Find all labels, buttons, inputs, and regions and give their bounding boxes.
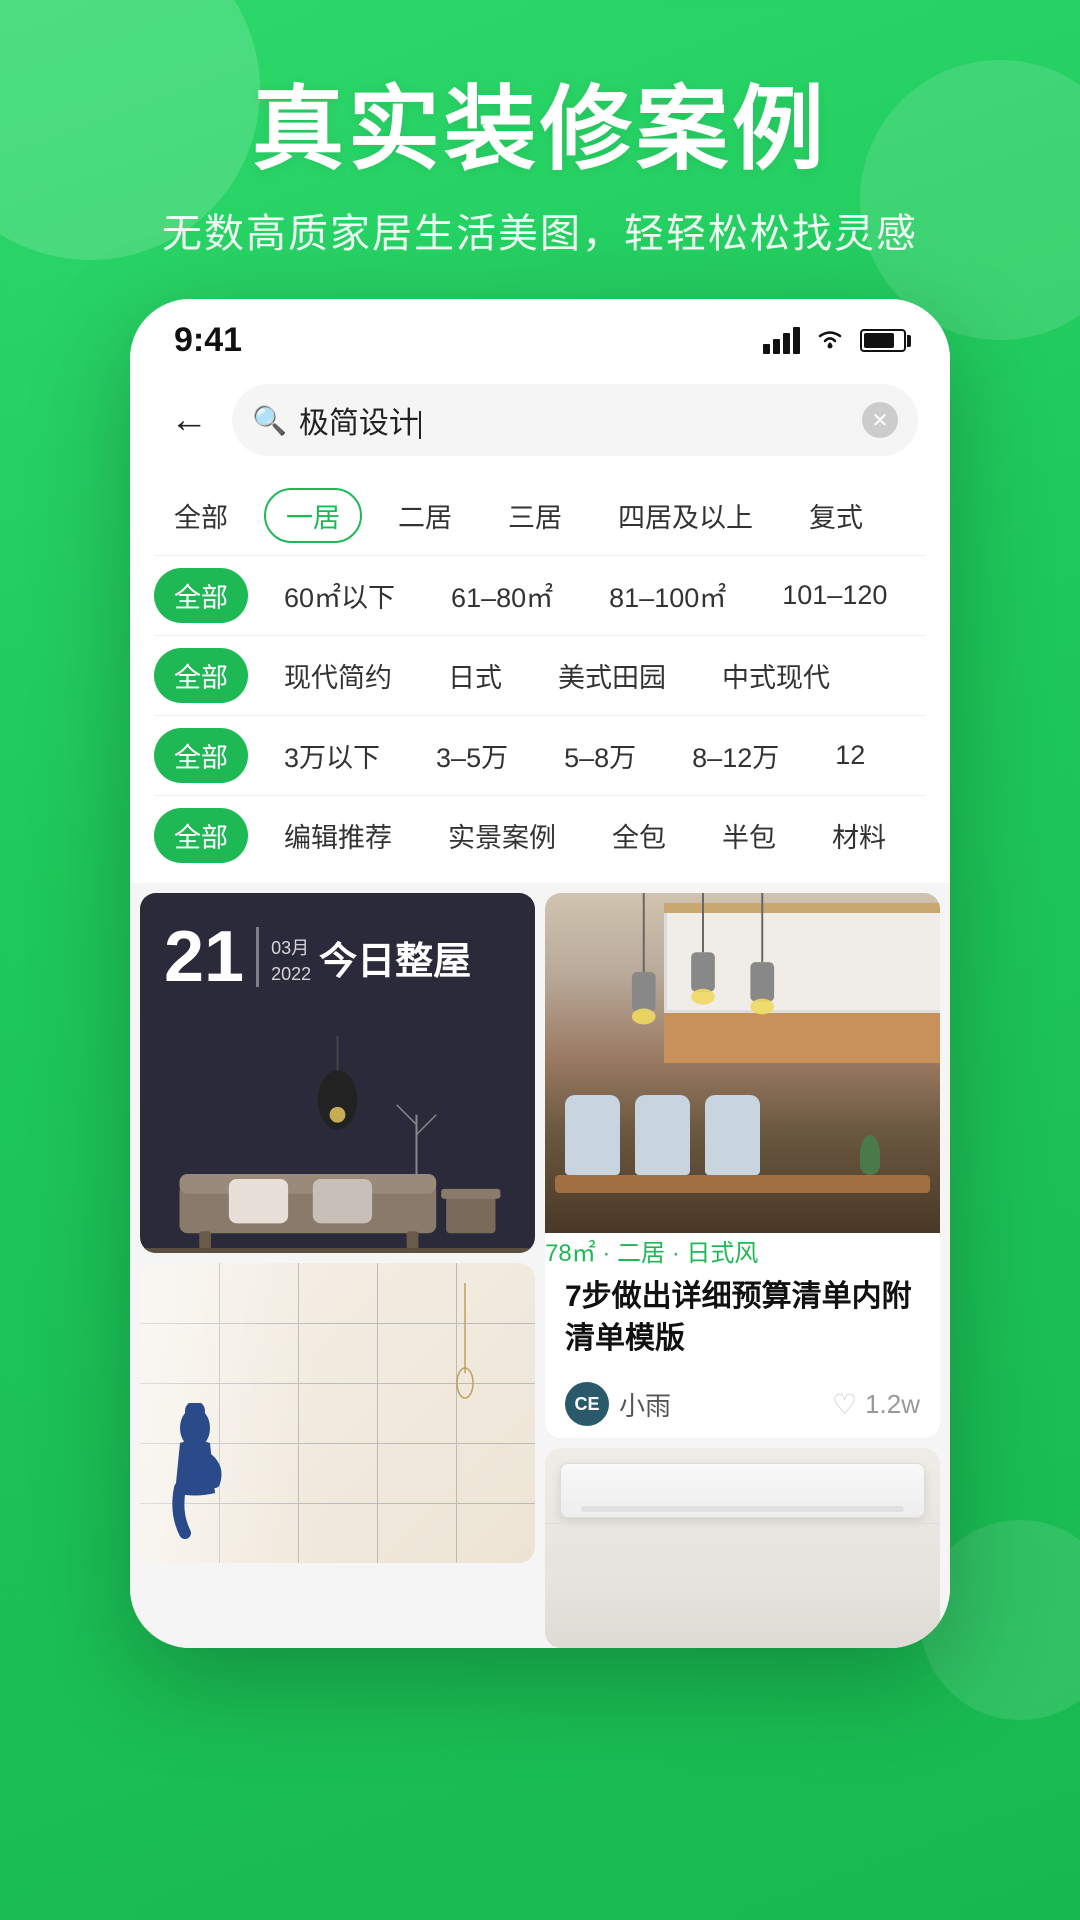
status-time: 9:41 (174, 321, 242, 360)
header-section: 真实装修案例 无数高质家居生活美图，轻轻松松找灵感 (0, 0, 1080, 299)
col-left: 21 03月 2022 今日整屋 (140, 893, 535, 1648)
filter-section: 全部 一居 二居 三居 四居及以上 复式 全部 60㎡以下 61–80㎡ 81–… (130, 476, 950, 883)
search-cursor (419, 411, 421, 439)
phone-mockup: 9:41 ← 🔍 极简设计 (130, 299, 950, 1648)
signal-icon (763, 327, 800, 354)
filter-area-101-120[interactable]: 101–120 (762, 572, 907, 619)
filter-budget-all[interactable]: 全部 (154, 728, 248, 783)
filter-area-60[interactable]: 60㎡以下 (264, 568, 415, 623)
heart-icon[interactable]: ♡ (832, 1388, 857, 1421)
filter-budget-3w[interactable]: 3万以下 (264, 728, 400, 783)
filter-all-room[interactable]: 全部 (154, 488, 248, 543)
today-divider (256, 927, 259, 987)
today-card[interactable]: 21 03月 2022 今日整屋 (140, 893, 535, 1253)
filter-row-area: 全部 60㎡以下 61–80㎡ 81–100㎡ 101–120 (154, 556, 926, 635)
filter-style-chinese[interactable]: 中式现代 (702, 648, 850, 703)
filter-budget-5-8w[interactable]: 5–8万 (544, 728, 656, 783)
filter-budget-8-12w[interactable]: 8–12万 (672, 728, 799, 783)
today-title: 今日整屋 (319, 930, 471, 985)
filter-row-room: 全部 一居 二居 三居 四居及以上 复式 (154, 476, 926, 555)
filter-duplex[interactable]: 复式 (789, 488, 883, 543)
room-scene (140, 1033, 535, 1253)
wifi-icon (814, 325, 846, 357)
clear-button[interactable]: ✕ (862, 402, 898, 438)
filter-type-editor[interactable]: 编辑推荐 (264, 808, 412, 863)
today-label: 21 03月 2022 今日整屋 (164, 921, 471, 993)
today-date-num: 21 (164, 921, 244, 993)
status-bar: 9:41 (130, 299, 950, 370)
ac-photo (545, 1448, 940, 1648)
card-title: 7步做出详细预算清单内附清单模版 (545, 1276, 940, 1370)
filter-budget-3-5w[interactable]: 3–5万 (416, 728, 528, 783)
today-year: 2022 (271, 964, 311, 985)
clear-icon: ✕ (872, 408, 889, 433)
sub-title: 无数高质家居生活美图，轻轻松松找灵感 (0, 201, 1080, 259)
col-right: 78㎡ · 二居 · 日式风 7步做出详细预算清单内附清单模版 CE 小雨 ♡ … (545, 893, 940, 1648)
battery-icon (860, 329, 906, 352)
filter-two-room[interactable]: 二居 (378, 488, 472, 543)
like-row: ♡ 1.2w (832, 1388, 920, 1421)
avatar: CE (565, 1382, 609, 1426)
card-footer: CE 小雨 ♡ 1.2w (545, 1370, 940, 1438)
filter-style-all[interactable]: 全部 (154, 648, 248, 703)
filter-style-japanese[interactable]: 日式 (428, 648, 522, 703)
author-name: 小雨 (619, 1386, 671, 1423)
filter-type-real[interactable]: 实景案例 (428, 808, 576, 863)
search-value: 极简设计 (299, 407, 419, 440)
author-row: CE 小雨 (565, 1382, 671, 1426)
back-button[interactable]: ← (162, 395, 216, 446)
main-title: 真实装修案例 (0, 80, 1080, 181)
art-photo (140, 1263, 535, 1563)
search-input[interactable]: 极简设计 (299, 398, 850, 442)
filter-one-room[interactable]: 一居 (264, 488, 362, 543)
filter-row-style: 全部 现代简约 日式 美式田园 中式现代 (154, 636, 926, 715)
today-month: 03月 (271, 934, 311, 960)
filter-type-material[interactable]: 材料 (812, 808, 906, 863)
content-grid: 21 03月 2022 今日整屋 (130, 883, 950, 1648)
filter-style-american[interactable]: 美式田园 (538, 648, 686, 703)
filter-type-full[interactable]: 全包 (592, 808, 686, 863)
search-icon: 🔍 (252, 404, 287, 437)
search-bar-row: ← 🔍 极简设计 ✕ (130, 370, 950, 476)
filter-three-room[interactable]: 三居 (488, 488, 582, 543)
filter-style-modern[interactable]: 现代简约 (264, 648, 412, 703)
like-count: 1.2w (865, 1389, 920, 1420)
filter-type-half[interactable]: 半包 (702, 808, 796, 863)
kitchen-card[interactable]: 78㎡ · 二居 · 日式风 7步做出详细预算清单内附清单模版 CE 小雨 ♡ … (545, 893, 940, 1438)
filter-type-all[interactable]: 全部 (154, 808, 248, 863)
card-meta: 78㎡ · 二居 · 日式风 (545, 1233, 940, 1268)
filter-area-61-80[interactable]: 61–80㎡ (431, 568, 573, 623)
filter-four-room[interactable]: 四居及以上 (598, 488, 773, 543)
ac-card[interactable] (545, 1448, 940, 1648)
filter-row-budget: 全部 3万以下 3–5万 5–8万 8–12万 12 (154, 716, 926, 795)
filter-budget-12[interactable]: 12 (815, 732, 885, 779)
avatar-initials: CE (574, 1394, 599, 1415)
filter-area-all[interactable]: 全部 (154, 568, 248, 623)
filter-area-81-100[interactable]: 81–100㎡ (589, 568, 746, 623)
filter-row-type: 全部 编辑推荐 实景案例 全包 半包 材料 (154, 796, 926, 875)
search-input-wrap[interactable]: 🔍 极简设计 ✕ (232, 384, 918, 456)
art-card[interactable] (140, 1263, 535, 1563)
status-icons (763, 325, 906, 357)
